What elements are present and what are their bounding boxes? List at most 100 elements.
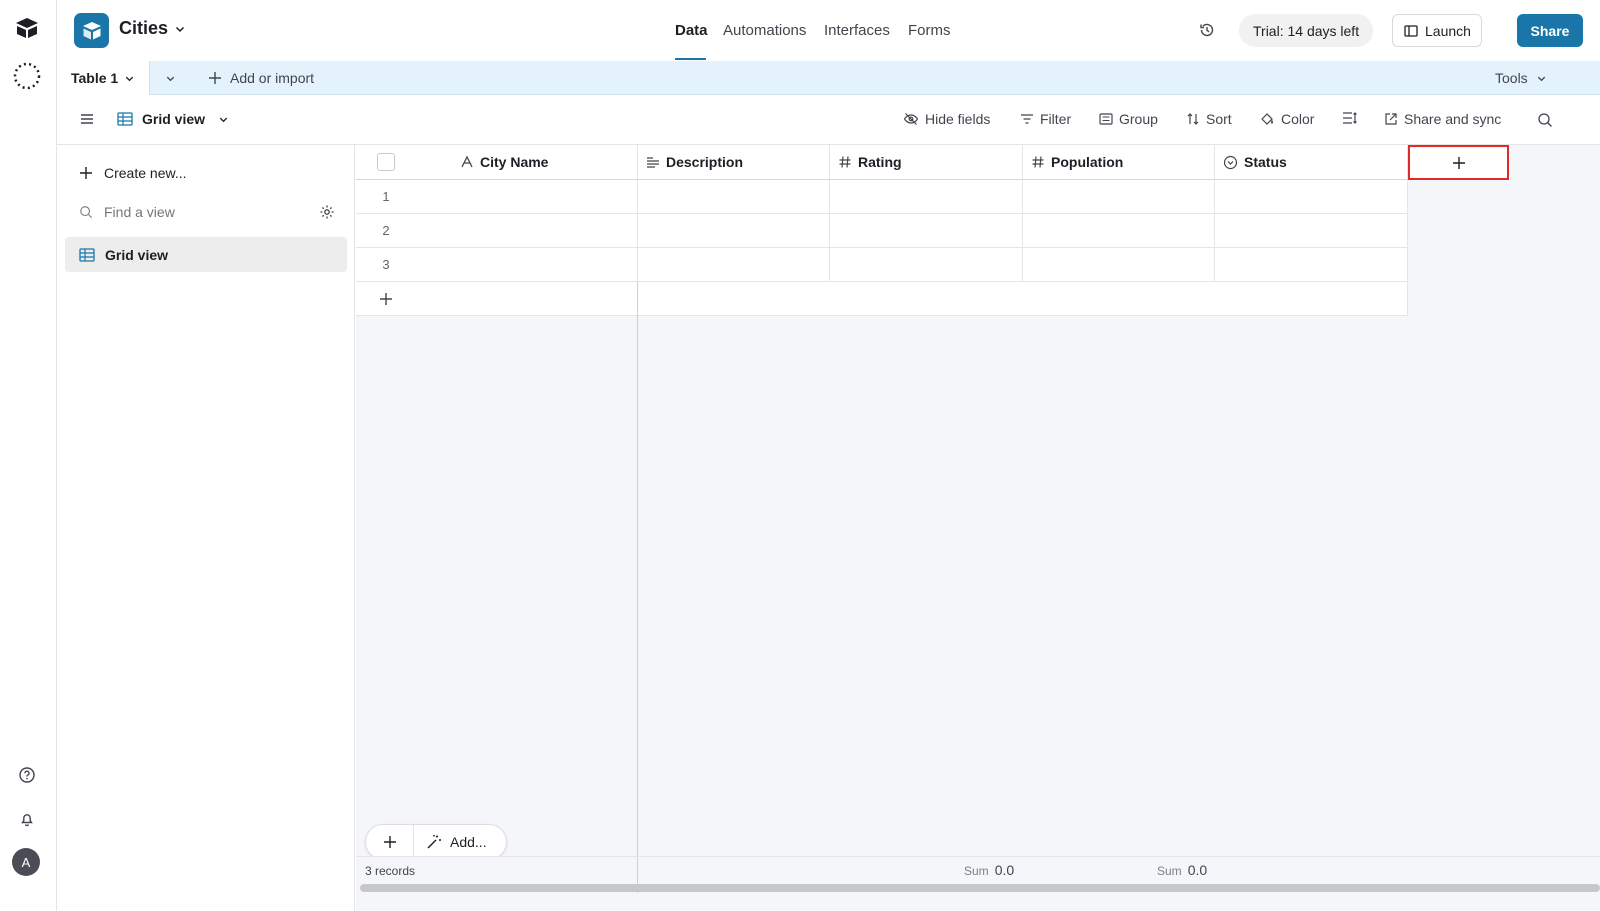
base-icon[interactable] [74, 13, 109, 48]
tab-interfaces[interactable]: Interfaces [824, 22, 890, 39]
add-record-pill: Add... [365, 824, 507, 860]
share-and-sync-button[interactable]: Share and sync [1384, 111, 1501, 127]
number-icon [839, 156, 851, 168]
help-icon[interactable] [18, 766, 36, 784]
trial-label: Trial: 14 days left [1253, 22, 1360, 39]
table-cell[interactable] [830, 180, 1023, 214]
notifications-bell-icon[interactable] [18, 810, 36, 828]
sort-button[interactable]: Sort [1186, 111, 1232, 127]
row-number: 2 [382, 223, 390, 238]
account-avatar[interactable]: A [12, 848, 40, 876]
base-name: Cities [119, 18, 169, 38]
find-view-input[interactable] [104, 204, 304, 220]
row-height-icon[interactable] [1342, 111, 1358, 125]
add-or-import-button[interactable]: Add or import [208, 70, 314, 86]
sort-label: Sort [1206, 111, 1232, 127]
column-header-label: Status [1244, 154, 1287, 170]
primary-cell[interactable]: 3 [356, 248, 638, 282]
add-record-button[interactable] [366, 825, 414, 859]
create-new-view-button[interactable]: Create new... [79, 165, 187, 181]
group-label: Group [1119, 111, 1158, 127]
column-header-label: Description [666, 154, 744, 170]
search-icon[interactable] [1537, 112, 1553, 128]
table-cell[interactable] [638, 248, 830, 282]
find-view-search [79, 204, 339, 220]
add-row-button[interactable] [356, 282, 1408, 316]
table-cell[interactable] [1023, 180, 1215, 214]
grid-view-icon [117, 112, 133, 126]
table-cell[interactable] [638, 214, 830, 248]
sum-value: 0.0 [1187, 862, 1208, 878]
tab-forms[interactable]: Forms [908, 22, 951, 39]
launch-label: Launch [1425, 22, 1471, 39]
all-tables-dropdown-icon[interactable] [165, 73, 176, 84]
sum-label: Sum [1157, 864, 1182, 878]
filter-button[interactable]: Filter [1020, 111, 1071, 127]
add-field-button[interactable] [1408, 145, 1509, 180]
current-view-name: Grid view [142, 111, 206, 127]
filter-label: Filter [1040, 111, 1072, 127]
color-button[interactable]: Color [1259, 111, 1314, 127]
number-icon [1032, 156, 1044, 168]
plus-icon [209, 72, 221, 84]
plus-icon [379, 292, 393, 306]
create-new-label: Create new... [104, 165, 187, 181]
group-icon [1099, 113, 1113, 125]
table-cell[interactable] [638, 180, 830, 214]
tab-data[interactable]: Data [675, 22, 708, 39]
share-button[interactable]: Share [1517, 14, 1583, 47]
column-header-status[interactable]: Status [1215, 145, 1408, 180]
paint-bucket-icon [1261, 113, 1273, 125]
table-cell[interactable] [1215, 180, 1408, 214]
frozen-column-divider [637, 857, 638, 885]
tools-menu[interactable]: Tools [1495, 70, 1547, 86]
column-header-description[interactable]: Description [638, 145, 830, 180]
table-row[interactable]: 3 [356, 248, 1408, 282]
share-label: Share [1530, 22, 1570, 39]
view-switcher[interactable]: Grid view [117, 111, 229, 127]
chevron-down-icon [1537, 76, 1545, 81]
ai-add-label: Add... [450, 834, 487, 850]
history-icon[interactable] [1198, 21, 1216, 39]
table-name: Table 1 [71, 70, 119, 86]
column-header-population[interactable]: Population [1023, 145, 1215, 180]
select-all-checkbox[interactable] [356, 153, 416, 171]
external-link-icon [1385, 113, 1397, 125]
sidebar-item-label: Grid view [105, 246, 169, 263]
loading-workspace-icon[interactable] [12, 61, 42, 91]
left-rail: A [0, 0, 57, 911]
row-number: 1 [382, 189, 390, 204]
tab-automations[interactable]: Automations [723, 22, 806, 39]
active-tab-underline [675, 58, 706, 60]
view-settings-gear-icon[interactable] [319, 204, 335, 220]
primary-cell[interactable]: 1 [356, 180, 638, 214]
table-cell[interactable] [1215, 214, 1408, 248]
launch-button[interactable]: Launch [1392, 14, 1482, 47]
horizontal-scrollbar[interactable] [360, 884, 1600, 892]
table-cell[interactable] [1023, 214, 1215, 248]
primary-column-header[interactable]: City Name [356, 145, 638, 180]
rating-sum-summary[interactable]: Sum 0.0 [964, 862, 1014, 878]
app-header: Cities Data Automations Interfaces Forms… [57, 0, 1600, 61]
base-name-menu[interactable]: Cities [119, 18, 186, 39]
home-logo-icon[interactable] [14, 16, 40, 40]
column-header-rating[interactable]: Rating [830, 145, 1023, 180]
table-cell[interactable] [1023, 248, 1215, 282]
trial-badge[interactable]: Trial: 14 days left [1239, 14, 1374, 47]
ai-add-button[interactable]: Add... [426, 825, 487, 859]
table-cell[interactable] [1215, 248, 1408, 282]
table-cell[interactable] [830, 248, 1023, 282]
toggle-sidebar-menu-icon[interactable] [79, 112, 95, 126]
table-row[interactable]: 2 [356, 214, 1408, 248]
group-button[interactable]: Group [1099, 111, 1158, 127]
primary-cell[interactable]: 2 [356, 214, 638, 248]
table-row[interactable]: 1 [356, 180, 1408, 214]
table-tab[interactable]: Table 1 [57, 61, 150, 95]
sidebar-item-grid-view[interactable]: Grid view [65, 237, 347, 272]
sum-value: 0.0 [994, 862, 1015, 878]
population-sum-summary[interactable]: Sum 0.0 [1157, 862, 1207, 878]
table-cell[interactable] [830, 214, 1023, 248]
hide-fields-button[interactable]: Hide fields [903, 111, 990, 127]
plus-icon [80, 167, 92, 179]
column-header-label: Rating [858, 154, 902, 170]
